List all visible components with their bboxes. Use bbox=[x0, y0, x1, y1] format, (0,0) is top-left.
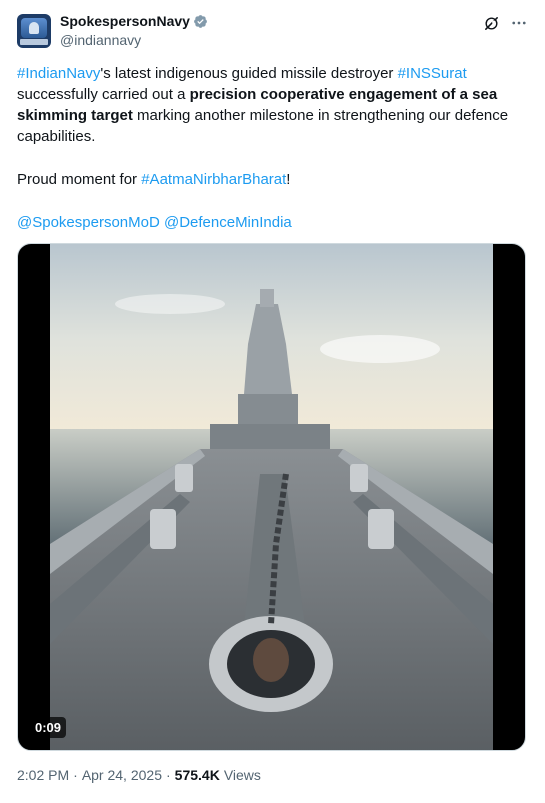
hashtag-inssurat[interactable]: #INSSurat bbox=[398, 65, 467, 82]
text-segment: 's latest indigenous guided missile dest… bbox=[100, 65, 398, 82]
post-time[interactable]: 2:02 PM bbox=[17, 767, 69, 783]
author-handle[interactable]: @indiannavy bbox=[60, 32, 482, 48]
tweet-header: SpokespersonNavy @indiannavy bbox=[17, 12, 528, 60]
header-actions bbox=[482, 14, 528, 32]
hashtag-aatmanirbharbharat[interactable]: #AatmaNirbharBharat bbox=[141, 171, 286, 188]
separator-dot: · bbox=[165, 767, 171, 783]
navy-crest-icon bbox=[21, 18, 47, 38]
post-date[interactable]: Apr 24, 2025 bbox=[82, 767, 162, 783]
display-name[interactable]: SpokespersonNavy bbox=[60, 13, 190, 29]
grok-icon[interactable] bbox=[482, 14, 500, 32]
name-row: SpokespersonNavy bbox=[60, 12, 482, 30]
mention-defencemin[interactable]: @DefenceMinIndia bbox=[164, 214, 292, 231]
tweet-paragraph-1: #IndianNavy's latest indigenous guided m… bbox=[17, 63, 522, 147]
separator-dot: · bbox=[73, 767, 78, 783]
hashtag-indiannavy[interactable]: #IndianNavy bbox=[17, 65, 100, 82]
author-names: SpokespersonNavy @indiannavy bbox=[60, 12, 482, 48]
video-duration: 0:09 bbox=[30, 717, 67, 738]
more-icon[interactable] bbox=[510, 14, 528, 32]
views-count[interactable]: 575.4K bbox=[175, 767, 220, 783]
text-segment: successfully carried out a bbox=[17, 86, 190, 103]
tweet-footer: 2:02 PM · Apr 24, 2025 · 575.4K Views bbox=[17, 767, 528, 783]
tweet-paragraph-2: Proud moment for #AatmaNirbharBharat! bbox=[17, 169, 522, 190]
tweet-paragraph-3: @SpokespersonMoD @DefenceMinIndia bbox=[17, 212, 522, 233]
text-segment: ! bbox=[286, 171, 291, 188]
avatar-ribbon bbox=[20, 39, 48, 45]
tweet-text: #IndianNavy's latest indigenous guided m… bbox=[17, 63, 522, 233]
verified-badge-icon bbox=[193, 14, 208, 29]
tweet-card: SpokespersonNavy @indiannavy #IndianNavy… bbox=[0, 0, 545, 803]
text-segment: Proud moment for bbox=[17, 171, 142, 188]
ship-video-frame bbox=[50, 244, 493, 750]
views-label: Views bbox=[223, 767, 261, 783]
avatar[interactable] bbox=[17, 14, 51, 48]
video-player[interactable]: 0:09 bbox=[17, 243, 526, 751]
mention-spokespersonmod[interactable]: @SpokespersonMoD bbox=[17, 214, 160, 231]
